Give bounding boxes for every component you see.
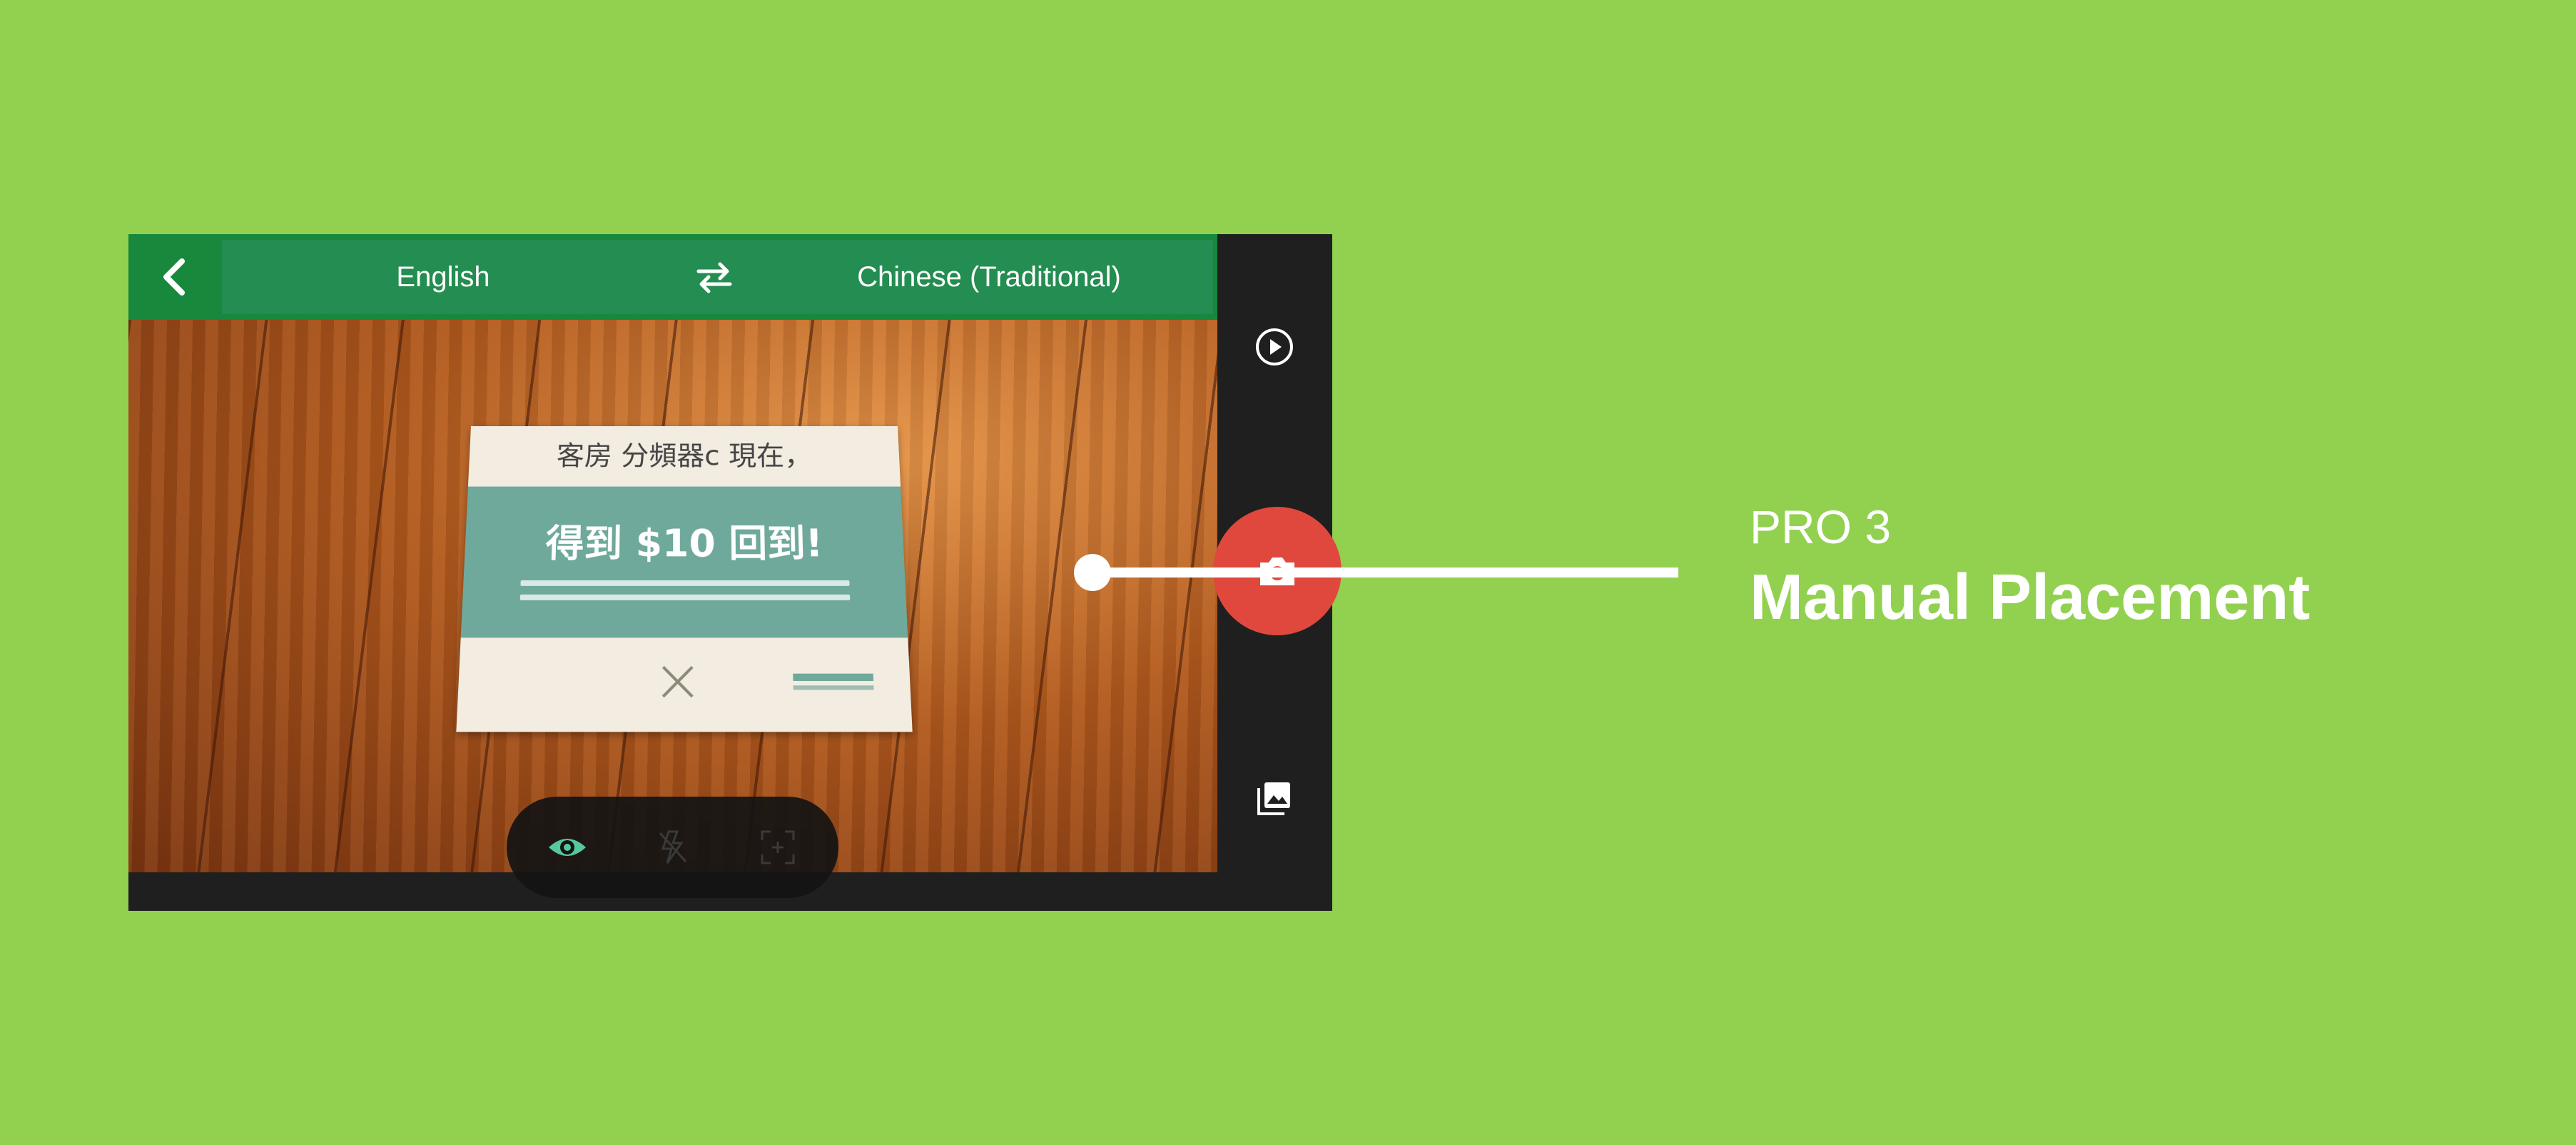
gallery-button[interactable] bbox=[1246, 770, 1303, 827]
image-gallery-icon bbox=[1257, 782, 1290, 815]
back-button[interactable] bbox=[128, 234, 221, 320]
eye-mode-button[interactable] bbox=[542, 822, 592, 872]
focus-button[interactable] bbox=[753, 822, 803, 872]
flash-button[interactable] bbox=[648, 822, 698, 872]
swap-languages-button[interactable] bbox=[693, 256, 736, 298]
language-toolbar: English Chinese (Traditional) bbox=[128, 234, 1217, 320]
callout-kicker: PRO 3 bbox=[1750, 500, 1892, 553]
eye-icon bbox=[549, 839, 586, 856]
focus-frame-icon bbox=[761, 830, 795, 864]
photographed-card: 客房 分頻器c 現在， 得到 $10 回到! bbox=[456, 426, 913, 732]
callout-dot bbox=[1074, 554, 1111, 591]
source-language-button[interactable]: English bbox=[336, 240, 550, 314]
target-language-button[interactable]: Chinese (Traditional) bbox=[807, 240, 1171, 314]
play-button[interactable] bbox=[1246, 318, 1303, 375]
chevron-left-icon bbox=[163, 258, 185, 296]
flash-off-icon bbox=[659, 830, 687, 864]
callout-title: Manual Placement bbox=[1750, 562, 2311, 633]
camera-viewfinder[interactable]: 客房 分頻器c 現在， 得到 $10 回到! bbox=[128, 320, 1217, 872]
language-selector: English Chinese (Traditional) bbox=[222, 240, 1213, 314]
card-footer-mark bbox=[793, 673, 874, 690]
card-logo-icon bbox=[656, 660, 700, 704]
card-top-text: 客房 分頻器c 現在， bbox=[556, 440, 813, 472]
card-band: 得到 $10 回到! bbox=[460, 486, 908, 638]
callout-line bbox=[1093, 568, 1678, 577]
mode-selector bbox=[507, 797, 838, 898]
play-circle-icon bbox=[1256, 328, 1293, 365]
card-main-text: 得到 $10 回到! bbox=[544, 521, 824, 566]
swap-arrows-icon bbox=[696, 262, 732, 293]
